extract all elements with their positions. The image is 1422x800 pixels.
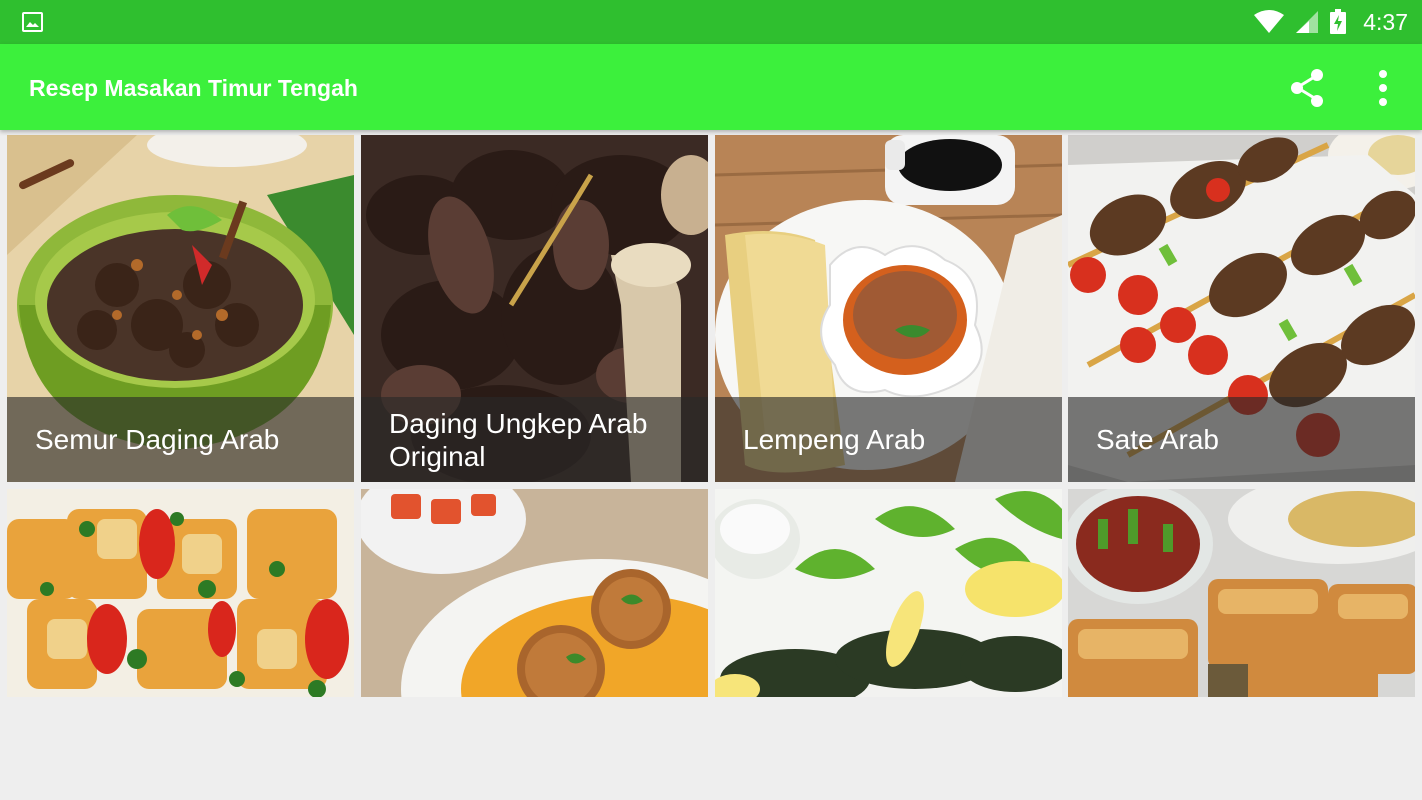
recipe-card[interactable] [715, 489, 1062, 697]
recipe-title: Lempeng Arab [743, 424, 926, 455]
recipe-image [715, 489, 1062, 697]
recipe-grid: Semur Daging Arab Daging Ungkep Arab Ori… [0, 130, 1422, 697]
status-bar: 4:37 [0, 0, 1422, 44]
recipe-card[interactable] [361, 489, 708, 697]
recipe-title: Semur Daging Arab [35, 424, 280, 455]
share-icon [1291, 69, 1323, 107]
signal-icon [1296, 11, 1319, 33]
recipe-caption: Daging Ungkep Arab Original [361, 397, 708, 482]
recipe-caption: Semur Daging Arab [7, 397, 354, 482]
recipe-title: Sate Arab [1096, 424, 1219, 455]
recipe-caption: Sate Arab [1068, 397, 1415, 482]
recipe-card[interactable]: Semur Daging Arab [7, 135, 354, 482]
recipe-card[interactable] [1068, 489, 1415, 697]
recipe-card[interactable]: Sate Arab [1068, 135, 1415, 482]
recipe-image [1068, 489, 1415, 697]
status-time: 4:37 [1363, 9, 1408, 35]
gallery-icon [22, 12, 43, 32]
more-vert-icon [1379, 70, 1387, 106]
empty-area [0, 697, 1422, 800]
status-icons: 4:37 [1253, 8, 1408, 36]
recipe-card[interactable]: Lempeng Arab [715, 135, 1062, 482]
share-button[interactable] [1286, 66, 1330, 110]
recipe-caption: Lempeng Arab [715, 397, 1062, 482]
wifi-icon [1254, 10, 1285, 33]
recipe-card[interactable] [7, 489, 354, 697]
recipe-image [361, 489, 708, 697]
recipe-card[interactable]: Daging Ungkep Arab Original [361, 135, 708, 482]
battery-charging-icon [1330, 9, 1347, 34]
app-title: Resep Masakan Timur Tengah [29, 75, 358, 101]
more-options-button[interactable] [1364, 66, 1402, 110]
recipe-image [7, 489, 354, 697]
app-bar: Resep Masakan Timur Tengah [0, 44, 1422, 130]
recipe-title: Daging Ungkep Arab Original [389, 407, 648, 472]
